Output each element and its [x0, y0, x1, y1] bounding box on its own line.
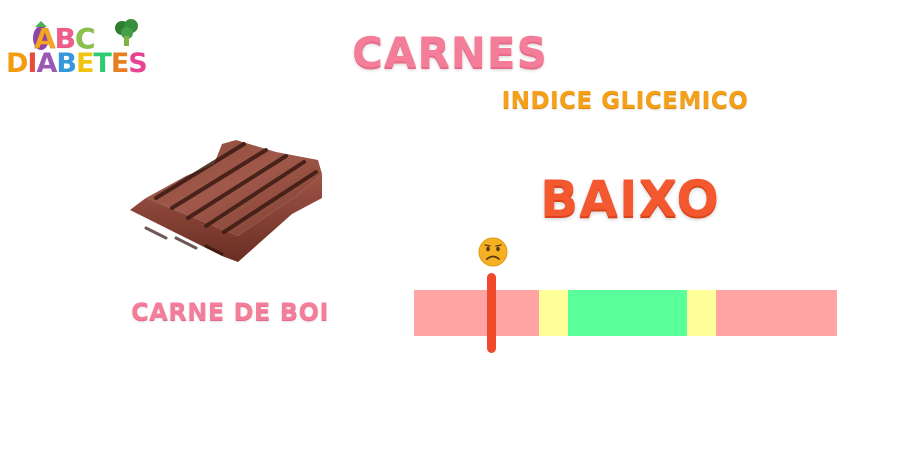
logo-diabetes-text: DIABETES — [6, 48, 148, 79]
glycemic-scale-bar — [414, 290, 837, 336]
glycemic-level: BAIXO — [540, 170, 720, 228]
logo-diabetes-letter: S — [128, 48, 147, 79]
scale-segment-yellow-left — [538, 290, 569, 336]
scale-segment-green — [568, 290, 687, 336]
logo-diabetes-letter: B — [56, 48, 77, 79]
abc-diabetes-logo: ABC DIABETES — [6, 12, 158, 84]
logo-diabetes-letter: D — [6, 48, 28, 79]
page-subtitle: INDICE GLICEMICO — [501, 88, 749, 114]
logo-diabetes-letter: E — [110, 48, 129, 79]
glycemic-marker — [487, 273, 496, 353]
logo-diabetes-letter: T — [93, 48, 111, 79]
food-label: CARNE DE BOI — [131, 298, 329, 326]
scale-segment-red-left — [414, 290, 539, 336]
steak-image — [130, 140, 322, 262]
scale-segment-yellow-right — [686, 290, 717, 336]
scale-segment-red-right — [716, 290, 837, 336]
worried-face-icon — [478, 237, 508, 267]
page-title: CARNES — [352, 28, 548, 77]
broccoli-icon — [115, 19, 138, 46]
logo-diabetes-letter: E — [75, 48, 94, 79]
logo-diabetes-letter: A — [36, 48, 57, 79]
